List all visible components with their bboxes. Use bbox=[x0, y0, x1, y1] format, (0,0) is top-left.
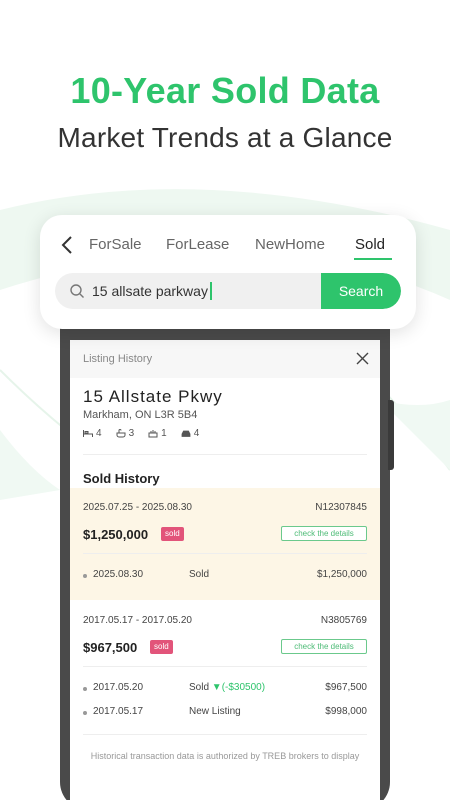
sale-record: 2017.05.17 - 2017.05.20 N3805769 $967,50… bbox=[70, 600, 380, 730]
sale-mls-number: N3805769 bbox=[320, 615, 367, 626]
sale-price: $967,500 bbox=[83, 640, 138, 655]
baths-feature: 3 bbox=[116, 428, 135, 439]
search-icon bbox=[70, 284, 84, 298]
property-features: 4 3 1 4 bbox=[83, 428, 199, 439]
tab-forlease[interactable]: ForLease bbox=[166, 236, 229, 253]
sold-badge: sold bbox=[150, 640, 173, 654]
hero-title: 10-Year Sold Data bbox=[70, 70, 380, 111]
event-date: 2025.08.30 bbox=[93, 569, 144, 580]
car-icon bbox=[181, 430, 191, 437]
event-row: 2017.05.20 Sold ▼(-$30500) $967,500 bbox=[83, 682, 367, 696]
divider bbox=[83, 553, 367, 554]
bath-icon bbox=[116, 429, 126, 438]
check-details-button[interactable]: check the details bbox=[281, 526, 367, 541]
sale-price: $1,250,000 bbox=[83, 527, 149, 542]
event-type-with-change: Sold ▼(-$30500) bbox=[189, 682, 265, 693]
kitchen-icon bbox=[148, 430, 158, 438]
chevron-left-icon bbox=[61, 236, 72, 254]
divider bbox=[83, 734, 367, 735]
phone-side-button bbox=[388, 400, 394, 470]
close-icon[interactable] bbox=[356, 352, 369, 365]
hero-subtitle: Market Trends at a Glance bbox=[57, 122, 393, 153]
sale-record: 2025.07.25 - 2025.08.30 N12307845 $1,250… bbox=[70, 488, 380, 600]
event-price: $1,250,000 bbox=[316, 569, 367, 580]
search-button[interactable]: Search bbox=[321, 273, 401, 309]
search-bar: 15 allsate parkway Search bbox=[55, 273, 401, 309]
back-button[interactable] bbox=[58, 235, 78, 255]
sale-date-range: 2025.07.25 - 2025.08.30 bbox=[83, 502, 192, 513]
property-city: Markham, ON L3R 5B4 bbox=[83, 409, 198, 421]
sale-mls-number: N12307845 bbox=[315, 502, 367, 513]
parking-count: 4 bbox=[193, 428, 200, 439]
event-date: 2017.05.20 bbox=[93, 682, 144, 693]
sold-history-title: Sold History bbox=[83, 471, 160, 486]
event-date: 2017.05.17 bbox=[93, 706, 144, 717]
bed-icon bbox=[83, 430, 93, 437]
kitchens-feature: 1 bbox=[148, 428, 167, 439]
bullet bbox=[83, 574, 87, 578]
active-tab-indicator bbox=[354, 258, 392, 260]
event-type: Sold bbox=[189, 682, 210, 693]
data-authorization-note: Historical transaction data is authorize… bbox=[90, 751, 360, 761]
sale-date-range: 2017.05.17 - 2017.05.20 bbox=[83, 615, 192, 626]
beds-feature: 4 bbox=[83, 428, 102, 439]
baths-count: 3 bbox=[128, 428, 135, 439]
listing-history-screen: Listing History 15 Allstate Pkwy Markham… bbox=[70, 340, 380, 800]
listing-history-title: Listing History bbox=[83, 353, 153, 365]
search-input[interactable]: 15 allsate parkway bbox=[92, 273, 208, 309]
property-address: 15 Allstate Pkwy bbox=[83, 387, 223, 406]
event-type: Sold bbox=[189, 569, 210, 580]
divider bbox=[83, 666, 367, 667]
parking-feature: 4 bbox=[181, 428, 200, 439]
text-caret bbox=[210, 282, 212, 300]
bullet bbox=[83, 687, 87, 691]
event-price: $998,000 bbox=[325, 706, 367, 717]
price-change: ▼(-$30500) bbox=[211, 682, 266, 693]
listing-history-header: Listing History bbox=[70, 340, 380, 378]
tab-forsale[interactable]: ForSale bbox=[89, 236, 142, 253]
search-card: ForSale ForLease NewHome Sold 15 allsate… bbox=[40, 215, 416, 329]
event-type: New Listing bbox=[189, 706, 241, 717]
event-price: $967,500 bbox=[325, 682, 367, 693]
tab-sold[interactable]: Sold bbox=[355, 236, 385, 253]
check-details-button[interactable]: check the details bbox=[281, 639, 367, 654]
tab-newhome[interactable]: NewHome bbox=[255, 236, 325, 253]
bullet bbox=[83, 711, 87, 715]
beds-count: 4 bbox=[96, 428, 102, 439]
kitchens-count: 1 bbox=[161, 428, 167, 439]
divider bbox=[83, 454, 367, 455]
event-row: 2025.08.30 Sold $1,250,000 bbox=[83, 569, 367, 583]
event-row: 2017.05.17 New Listing $998,000 bbox=[83, 706, 367, 720]
sold-badge: sold bbox=[161, 527, 184, 541]
